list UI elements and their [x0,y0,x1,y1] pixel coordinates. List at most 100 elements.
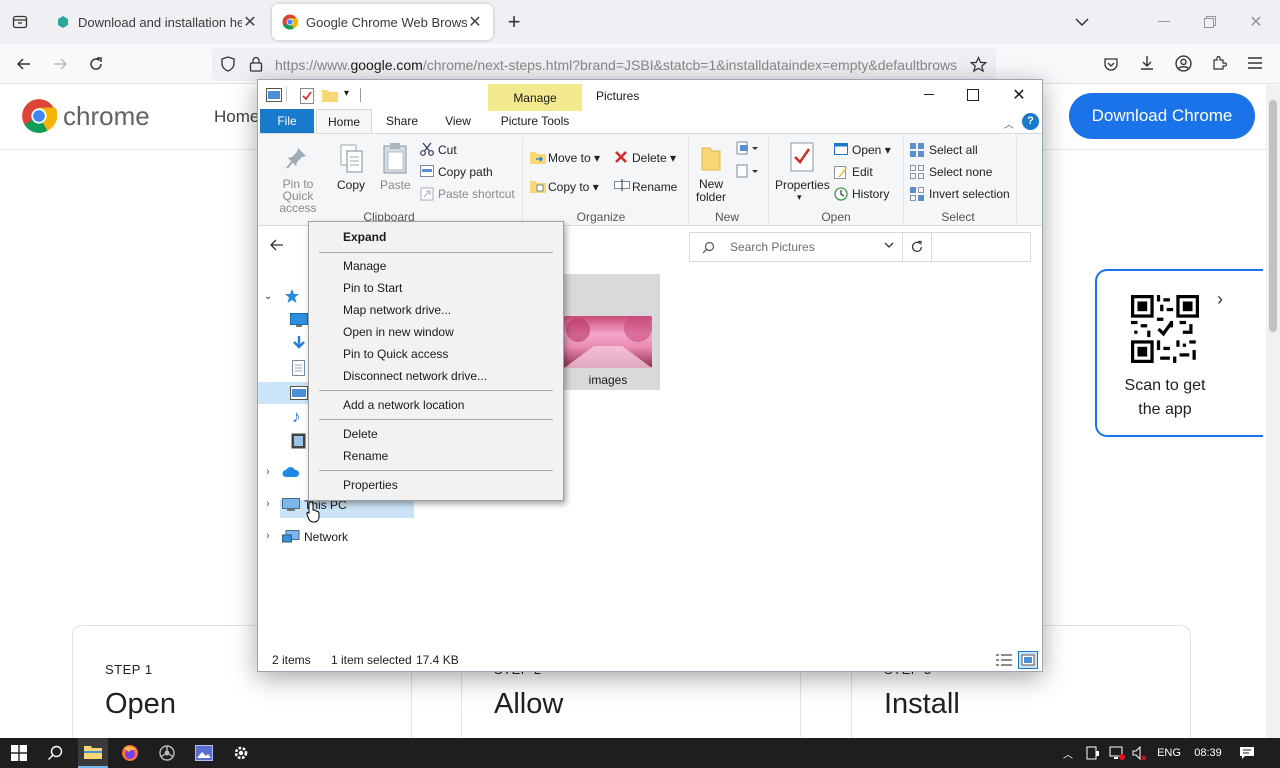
menu-item-rename[interactable]: Rename [343,449,388,463]
new-tab-button[interactable]: + [498,6,530,38]
menu-item-add-network-location[interactable]: Add a network location [343,398,464,412]
browser-taskbar-icon[interactable] [152,738,182,768]
select-none-button[interactable]: Select none [929,165,992,179]
file-explorer-taskbar-icon[interactable] [78,738,108,768]
close-tab-icon[interactable]: ✕ [242,14,258,31]
forward-arrow-icon[interactable] [44,48,76,80]
menu-item-open-new-window[interactable]: Open in new window [343,325,454,339]
pin-quick-access-button[interactable]: Pin to Quick access [266,178,330,214]
account-icon[interactable] [1175,55,1192,72]
extensions-icon[interactable] [1211,55,1227,71]
pictures-icon[interactable] [290,386,308,400]
rename-button[interactable]: Rename [632,180,677,194]
paste-shortcut-button[interactable]: Paste shortcut [438,187,515,201]
move-to-button[interactable]: Move to ▾ [548,151,600,165]
details-view-icon[interactable] [996,653,1012,667]
properties-button[interactable]: Properties [775,178,830,192]
close-icon[interactable]: ✕ [1008,84,1030,106]
tab-download-help[interactable]: Download and installation help ✕ [46,4,268,40]
menu-item-pin-quick-access[interactable]: Pin to Quick access [343,347,448,361]
chevron-right-icon[interactable]: › [1217,289,1223,310]
list-tabs-chevron-icon[interactable] [1066,6,1098,38]
easy-access-icon[interactable] [736,164,760,178]
copy-path-button[interactable]: Copy path [438,165,493,179]
menu-item-manage[interactable]: Manage [343,259,386,273]
collapse-ribbon-icon[interactable]: ︿ [1004,116,1014,131]
documents-icon[interactable] [292,360,305,376]
paste-button[interactable]: Paste [380,178,411,192]
cut-button[interactable]: Cut [438,143,457,157]
images-folder-item[interactable]: images [558,274,660,390]
chrome-logo-icon[interactable] [21,98,57,134]
help-icon[interactable]: ? [1022,113,1039,130]
delete-button[interactable]: Delete ▾ [632,151,676,165]
network-nav-item[interactable]: Network [304,530,348,544]
back-arrow-icon[interactable] [270,238,284,252]
pocket-icon[interactable] [1103,56,1119,72]
ribbon-tab-view[interactable]: View [432,109,484,133]
menu-item-pin-to-start[interactable]: Pin to Start [343,281,402,295]
photos-taskbar-icon[interactable] [189,738,219,768]
large-icons-view-icon[interactable] [1018,651,1038,669]
page-scrollbar-thumb[interactable] [1269,100,1277,332]
new-folder-qat-icon[interactable] [322,88,338,102]
explorer-app-icon[interactable] [266,88,282,102]
network-status-icon[interactable] [1107,738,1127,768]
properties-dropdown-icon[interactable]: ▾ [797,192,802,203]
ribbon-tab-share[interactable]: Share [376,109,428,133]
downloads-icon[interactable] [1139,55,1155,71]
copy-button[interactable]: Copy [337,178,365,192]
expand-chevron-icon[interactable]: › [266,530,270,542]
shield-icon[interactable] [220,56,236,72]
minimize-icon[interactable] [918,84,940,106]
ribbon-tab-home[interactable]: Home [316,109,372,134]
desktop-icon[interactable] [290,313,308,327]
history-button[interactable]: History [852,187,889,201]
quick-access-star-icon[interactable] [284,288,300,304]
downloads-icon[interactable] [291,335,307,351]
close-window-icon[interactable]: ✕ [1240,6,1272,38]
device-icon[interactable] [1083,738,1103,768]
expand-chevron-icon[interactable]: › [266,466,270,478]
clock[interactable]: 08:39 [1190,738,1226,768]
firefox-taskbar-icon[interactable] [115,738,145,768]
qr-card[interactable]: › Scan to get the app [1095,269,1263,437]
language-indicator[interactable]: ENG [1155,738,1183,768]
reload-icon[interactable] [80,48,112,80]
lock-icon[interactable] [249,56,263,72]
properties-qat-icon[interactable] [300,88,314,104]
minimize-icon[interactable] [1148,6,1180,38]
qat-dropdown-icon[interactable]: ▾ [344,88,349,99]
search-icon[interactable] [40,738,70,768]
menu-item-delete[interactable]: Delete [343,427,378,441]
open-button[interactable]: Open ▾ [852,143,891,157]
chrome-logo-text[interactable]: chrome [63,101,150,132]
copy-to-button[interactable]: Copy to ▾ [548,180,599,194]
windows-start-icon[interactable] [4,738,34,768]
ribbon-tab-picture-tools[interactable]: Picture Tools [488,109,582,133]
bookmark-star-icon[interactable] [970,56,987,73]
volume-muted-icon[interactable] [1130,738,1150,768]
restore-icon[interactable] [1194,6,1226,38]
new-folder-button[interactable]: New folder [696,178,726,204]
new-item-icon[interactable] [736,141,760,155]
tab-overview-icon[interactable] [4,6,36,38]
back-arrow-icon[interactable] [8,48,40,80]
menu-item-disconnect-network-drive[interactable]: Disconnect network drive... [343,369,487,383]
menu-item-expand[interactable]: Expand [343,230,386,244]
invert-selection-button[interactable]: Invert selection [929,187,1010,201]
ribbon-tab-file[interactable]: File [260,109,314,133]
music-icon[interactable]: ♪ [292,407,301,427]
menu-hamburger-icon[interactable] [1248,57,1262,69]
notifications-icon[interactable] [1234,738,1260,768]
search-input[interactable]: Search Pictures [689,232,1031,262]
menu-item-map-network-drive[interactable]: Map network drive... [343,303,451,317]
maximize-icon[interactable] [962,84,984,106]
manage-contextual-tab[interactable]: Manage [488,84,582,111]
onedrive-cloud-icon[interactable] [282,467,300,478]
menu-item-properties[interactable]: Properties [343,478,398,492]
expand-chevron-icon[interactable]: ⌄ [264,291,272,302]
tab-chrome-browser[interactable]: Google Chrome Web Browser ✕ [272,4,493,40]
videos-icon[interactable] [291,433,306,449]
download-chrome-button[interactable]: Download Chrome [1069,93,1255,139]
